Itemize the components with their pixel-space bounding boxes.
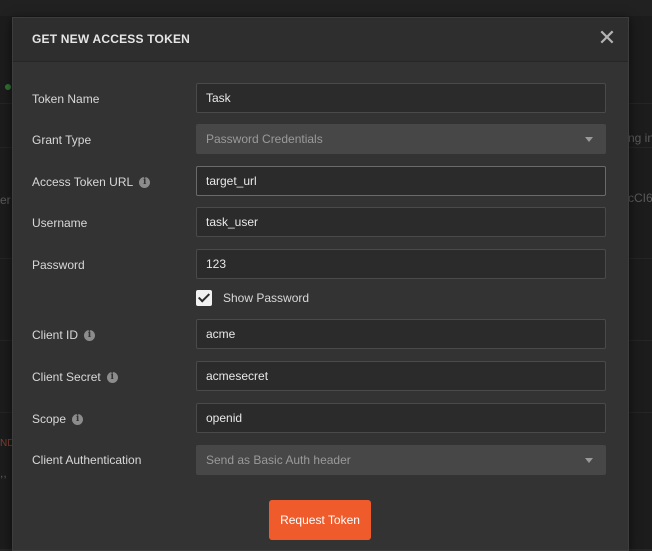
client-id-input[interactable] [196,319,606,349]
info-icon[interactable]: i [106,371,118,383]
username-label-text: Username [32,216,88,230]
username-input[interactable] [196,207,606,237]
client-authentication-value: Send as Basic Auth header [206,453,351,467]
password-label-text: Password [32,258,85,272]
show-password-label: Show Password [223,291,310,305]
request-token-button[interactable]: Request Token [269,500,371,540]
access-token-url-label: Access Token URL i [32,175,151,189]
close-icon[interactable]: ✕ [596,27,618,49]
scope-label-text: Scope [32,412,67,426]
token-name-label-text: Token Name [32,92,100,106]
client-authentication-label: Client Authentication [32,453,141,467]
info-icon[interactable]: i [84,329,96,341]
get-new-access-token-modal: GET NEW ACCESS TOKEN ✕ Token Name Grant … [12,17,629,551]
modal-header: GET NEW ACCESS TOKEN ✕ [13,18,628,62]
grant-type-select[interactable]: Password Credentials [196,124,606,154]
password-label: Password [32,258,85,272]
info-icon[interactable]: i [139,176,151,188]
access-token-url-label-text: Access Token URL [32,175,134,189]
grant-type-value: Password Credentials [206,132,323,146]
show-password-checkbox[interactable] [196,290,212,306]
token-name-input[interactable] [196,83,606,113]
client-authentication-label-text: Client Authentication [32,453,142,467]
client-id-label: Client ID i [32,328,96,342]
chevron-down-icon [585,458,593,463]
show-password-toggle[interactable]: Show Password [196,290,309,306]
modal-title: GET NEW ACCESS TOKEN [32,32,191,46]
client-authentication-select[interactable]: Send as Basic Auth header [196,445,606,475]
chevron-down-icon [585,137,593,142]
access-token-url-input[interactable] [196,166,606,196]
grant-type-label: Grant Type [32,133,91,147]
client-secret-label: Client Secret i [32,370,118,384]
client-secret-input[interactable] [196,361,606,391]
scope-label: Scope i [32,412,84,426]
username-label: Username [32,216,87,230]
password-input[interactable] [196,249,606,279]
client-id-label-text: Client ID [32,328,79,342]
scope-input[interactable] [196,403,606,433]
grant-type-label-text: Grant Type [32,133,92,147]
info-icon[interactable]: i [72,413,84,425]
client-secret-label-text: Client Secret [32,370,101,384]
token-name-label: Token Name [32,92,99,106]
